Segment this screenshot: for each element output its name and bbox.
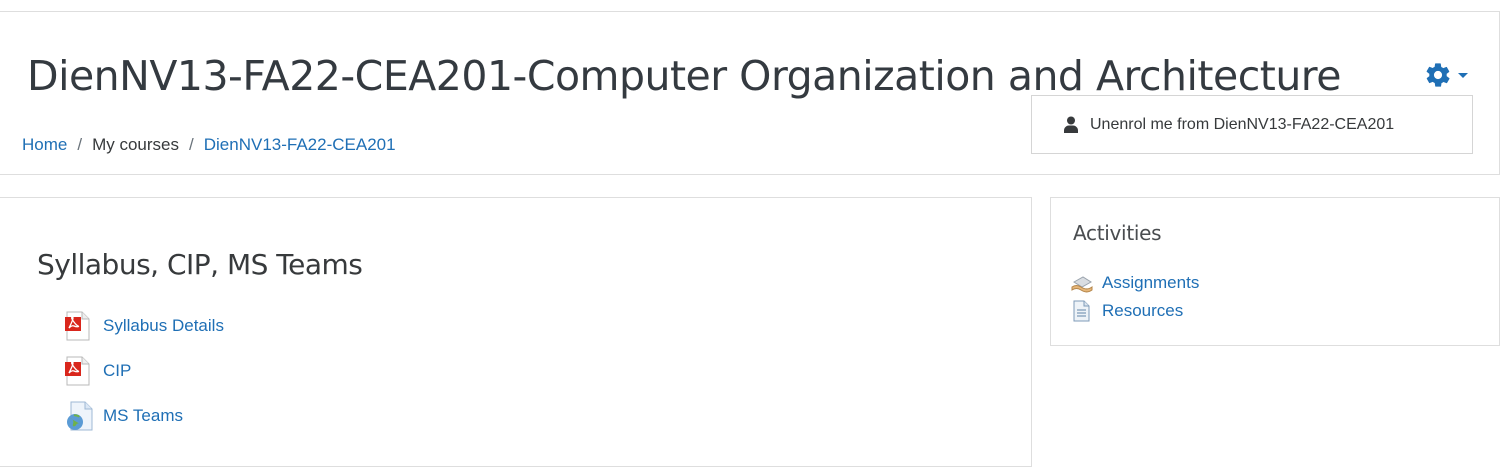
breadcrumb-separator: /	[77, 135, 83, 154]
block-link-label[interactable]: Assignments	[1102, 273, 1199, 293]
activity-link[interactable]: CIP	[103, 361, 131, 381]
course-settings-menu-button[interactable]	[1424, 58, 1476, 92]
breadcrumb-separator: /	[189, 135, 194, 154]
unenrol-label: Unenrol me from DienNV13-FA22-CEA201	[1090, 115, 1395, 133]
pdf-icon	[65, 311, 93, 341]
activity-cip[interactable]: CIP	[65, 354, 131, 388]
activity-link[interactable]: MS Teams	[103, 406, 183, 426]
assignment-icon	[1071, 272, 1093, 294]
activity-ms-teams[interactable]: MS Teams	[65, 399, 183, 433]
pdf-icon	[65, 356, 93, 386]
block-link-assignments[interactable]: Assignments	[1071, 272, 1199, 294]
activity-link[interactable]: Syllabus Details	[103, 316, 224, 336]
url-globe-icon	[65, 401, 93, 431]
chevron-down-icon	[1458, 72, 1468, 78]
block-title: Activities	[1073, 221, 1162, 245]
breadcrumb-my-courses: My courses	[92, 135, 180, 154]
course-content: Syllabus, CIP, MS Teams Syllabus Details…	[0, 197, 1032, 467]
gear-icon	[1424, 61, 1452, 89]
breadcrumb: Home / My courses / DienNV13-FA22-CEA201	[22, 134, 396, 156]
block-link-label[interactable]: Resources	[1102, 301, 1183, 321]
section-title: Syllabus, CIP, MS Teams	[37, 248, 363, 281]
activity-syllabus-details[interactable]: Syllabus Details	[65, 309, 224, 343]
breadcrumb-home[interactable]: Home	[22, 135, 67, 154]
unenrol-menu-item[interactable]: Unenrol me from DienNV13-FA22-CEA201	[1031, 95, 1473, 154]
block-link-resources[interactable]: Resources	[1071, 300, 1183, 322]
breadcrumb-course[interactable]: DienNV13-FA22-CEA201	[204, 135, 396, 154]
page-title: DienNV13-FA22-CEA201-Computer Organizati…	[27, 52, 1342, 100]
user-icon	[1064, 116, 1078, 133]
resource-icon	[1071, 300, 1093, 322]
activities-block: Activities Assignments Resources	[1050, 197, 1500, 346]
